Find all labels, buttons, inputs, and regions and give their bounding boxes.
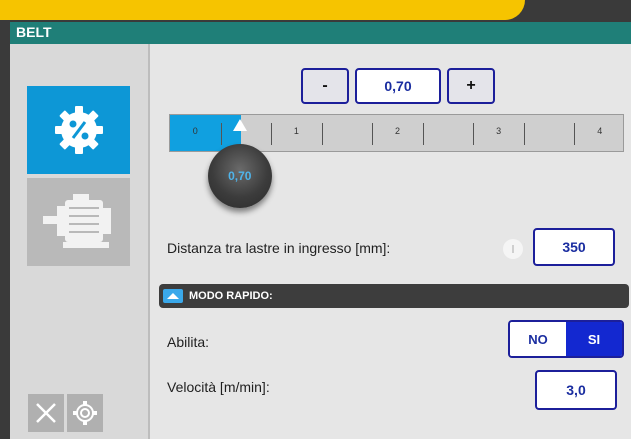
main-panel: - 0,70 + 0 1 2 3 4 0,70 Distanza tra lastre … — [152, 44, 631, 439]
slider-tick — [321, 123, 323, 145]
settings-gear-icon — [73, 401, 97, 425]
slider-tick — [422, 123, 424, 145]
enable-label: Abilita: — [167, 334, 210, 350]
belt-window: BELT - 0,70 + 0 1 2 3 4 0,70 Distanza tr… — [10, 22, 631, 439]
toggle-option-si[interactable]: SI — [566, 322, 622, 356]
slider-tick-label: 0 — [192, 126, 198, 136]
slider-tick — [372, 123, 374, 145]
enable-toggle[interactable]: NO SI — [508, 320, 624, 358]
slider-tick-label: 3 — [496, 126, 502, 136]
info-icon[interactable] — [503, 239, 523, 259]
slider-tick — [473, 123, 475, 145]
notification-banner — [0, 0, 525, 20]
speed-label: Velocità [m/min]: — [167, 379, 270, 395]
sidebar-item-speed[interactable] — [27, 86, 130, 174]
slider-tick-label: 4 — [597, 126, 603, 136]
slider-tick — [220, 123, 222, 145]
close-icon — [36, 403, 56, 423]
knob-value-label: 0,70 — [228, 169, 252, 183]
title-bar: BELT — [10, 22, 631, 44]
distance-input[interactable]: 350 — [533, 228, 615, 266]
distance-label: Distanza tra lastre in ingresso [mm]: — [167, 240, 391, 256]
close-button[interactable] — [28, 394, 64, 432]
window-title: BELT — [16, 24, 52, 40]
fast-mode-title: MODO RAPIDO: — [189, 290, 273, 302]
increase-button[interactable]: + — [447, 68, 495, 104]
fast-mode-icon — [163, 289, 183, 303]
speed-slider-knob[interactable]: 0,70 — [207, 144, 272, 208]
slider-tick — [523, 123, 525, 145]
toggle-option-no[interactable]: NO — [510, 322, 566, 356]
slider-tick-label: 1 — [293, 126, 299, 136]
slider-tick — [271, 123, 273, 145]
sidebar-item-motor[interactable] — [27, 178, 130, 266]
sidebar — [10, 44, 150, 439]
slider-tick-label: 2 — [394, 126, 401, 136]
speed-input[interactable]: 3,0 — [535, 370, 617, 410]
fast-mode-section-header: MODO RAPIDO: — [159, 284, 629, 308]
speed-value-display[interactable]: 0,70 — [355, 68, 441, 104]
settings-button[interactable] — [67, 394, 103, 432]
speed-percent-gear-icon — [54, 106, 103, 154]
motor-icon — [42, 194, 111, 248]
decrease-button[interactable]: - — [301, 68, 349, 104]
slider-tick — [574, 123, 576, 145]
slider-position-marker — [232, 119, 247, 131]
